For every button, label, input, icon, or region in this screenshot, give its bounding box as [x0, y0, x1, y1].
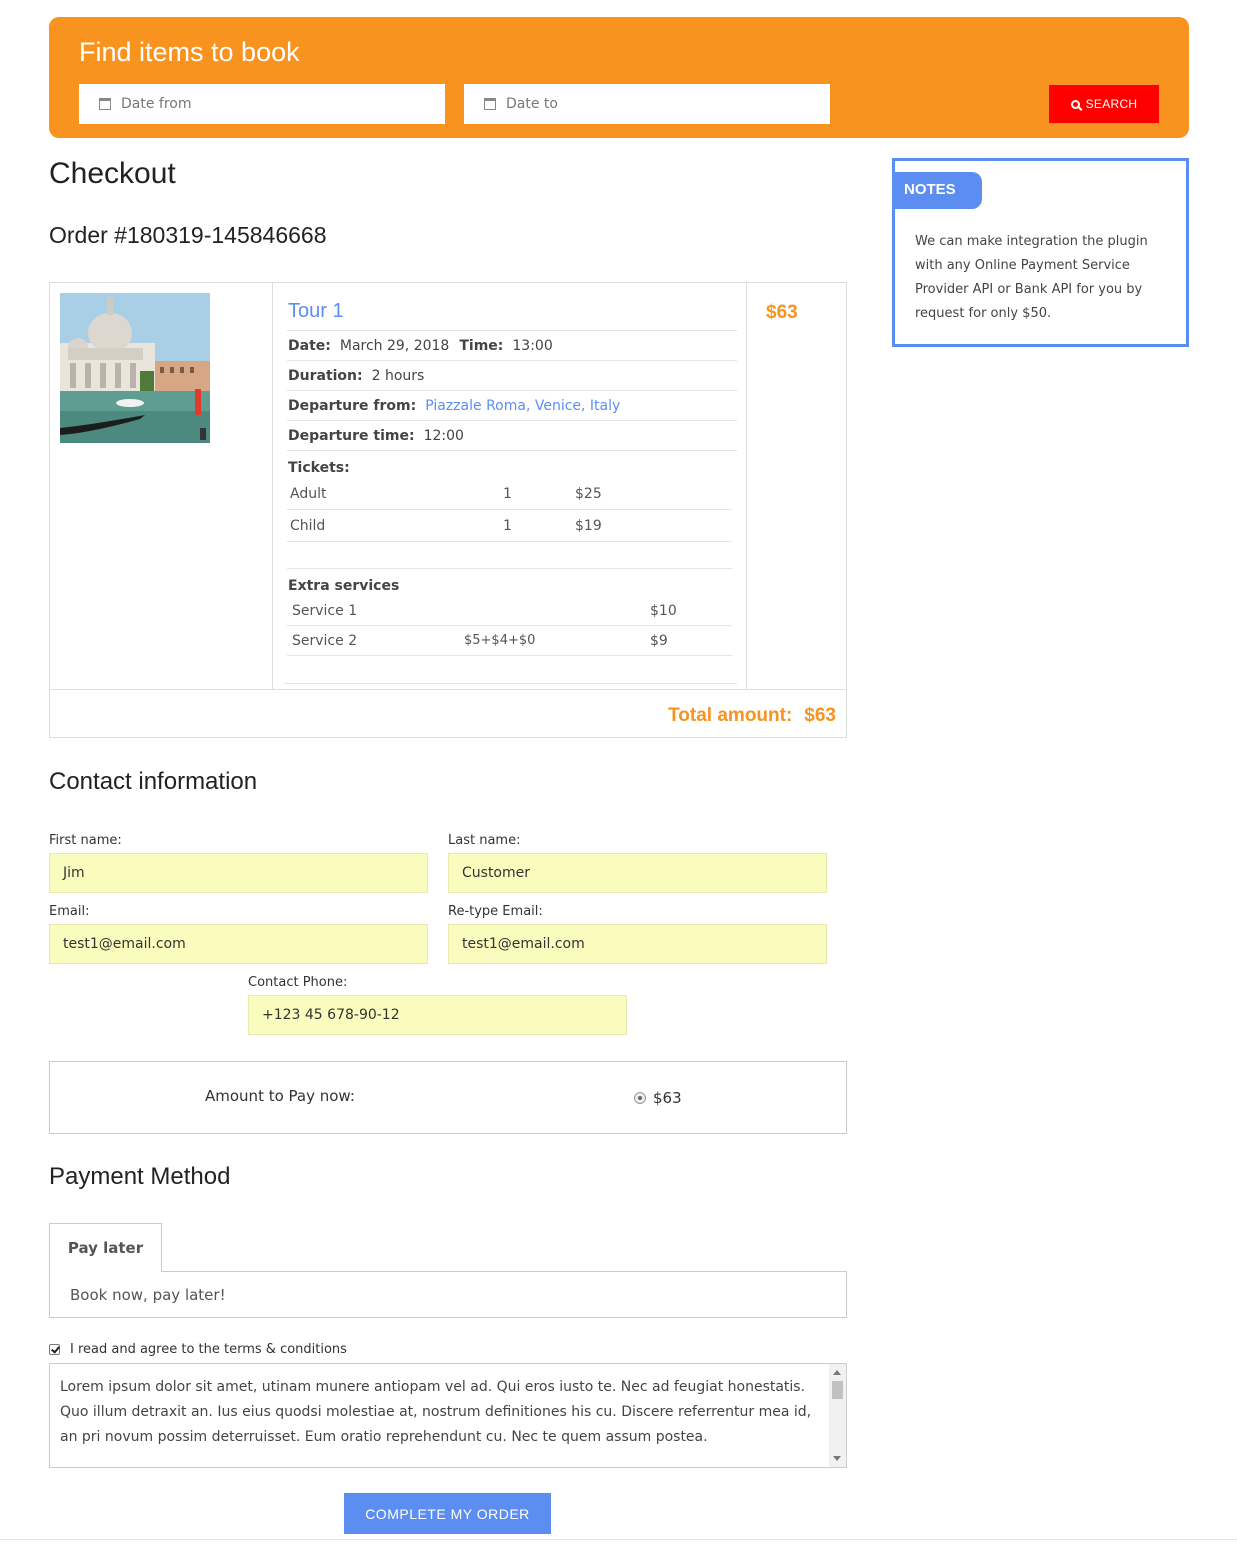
order-summary: Tour 1 Date: March 29, 2018 Time: 13:00 …	[49, 282, 847, 738]
last-name-field[interactable]: Customer	[448, 853, 827, 893]
notes-tab: NOTES	[892, 172, 982, 209]
date-to-placeholder: Date to	[506, 96, 558, 112]
tab-pay-later[interactable]: Pay later	[49, 1223, 162, 1272]
notes-text: We can make integration the plugin with …	[915, 234, 1148, 321]
date-value: March 29, 2018	[339, 337, 450, 354]
departure-time-label: Departure time:	[288, 427, 415, 444]
service-name: Service 1	[292, 602, 358, 619]
terms-scrollbar[interactable]	[829, 1364, 846, 1467]
search-panel: Find items to book Date from Date to SEA…	[49, 17, 1189, 138]
first-name-field[interactable]: Jim	[49, 853, 428, 893]
retype-email-field[interactable]: test1@email.com	[448, 924, 827, 964]
service-name: Service 2	[292, 632, 358, 649]
total-label: Total amount:	[668, 705, 793, 726]
time-value: 13:00	[512, 337, 553, 354]
last-name-label: Last name:	[448, 833, 521, 848]
tour-title-link[interactable]: Tour 1	[287, 283, 737, 331]
item-price: $63	[766, 302, 798, 323]
payment-method-heading: Payment Method	[49, 1163, 231, 1190]
search-button[interactable]: SEARCH	[1049, 85, 1159, 123]
phone-field[interactable]: +123 45 678-90-12	[248, 995, 627, 1035]
amount-option-label: $63	[653, 1089, 682, 1107]
footer-divider	[0, 1539, 1237, 1540]
retype-email-label: Re-type Email:	[448, 904, 543, 919]
ticket-price: $25	[575, 485, 602, 502]
terms-agreement: I read and agree to the terms & conditio…	[49, 1342, 347, 1357]
column-divider	[272, 283, 273, 689]
item-details: Tour 1 Date: March 29, 2018 Time: 13:00 …	[284, 283, 737, 684]
ticket-qty: 1	[503, 485, 512, 502]
tickets-heading: Tickets:	[288, 460, 350, 476]
calendar-icon	[99, 98, 111, 110]
date-to-input[interactable]: Date to	[464, 84, 830, 124]
departure-time-value: 12:00	[423, 427, 464, 444]
time-label: Time:	[459, 337, 504, 354]
amount-to-pay-label: Amount to Pay now:	[205, 1087, 355, 1105]
ticket-name: Adult	[290, 485, 327, 502]
complete-order-button[interactable]: COMPLETE MY ORDER	[344, 1493, 551, 1534]
venice-photo	[60, 293, 210, 443]
date-from-placeholder: Date from	[121, 96, 192, 112]
date-row: Date: March 29, 2018 Time: 13:00	[287, 331, 737, 361]
email-label: Email:	[49, 904, 90, 919]
divider	[284, 656, 737, 684]
scroll-down-arrow-icon[interactable]	[833, 1456, 841, 1461]
amount-radio[interactable]	[634, 1092, 646, 1104]
pay-later-panel: Book now, pay later!	[49, 1271, 847, 1318]
service-price: $9	[650, 632, 668, 649]
search-title: Find items to book	[79, 37, 300, 67]
phone-label: Contact Phone:	[248, 975, 348, 990]
departure-from-label: Departure from:	[288, 397, 417, 414]
ticket-row: Child 1 $19	[287, 510, 732, 542]
tour-image[interactable]	[60, 293, 210, 443]
ticket-qty: 1	[503, 517, 512, 534]
departure-location-link[interactable]: Piazzale Roma, Venice, Italy	[425, 398, 620, 414]
order-number: Order #180319-145846668	[49, 222, 327, 248]
amount-to-pay-box: Amount to Pay now: $63	[49, 1061, 847, 1134]
departure-from-row: Departure from: Piazzale Roma, Venice, I…	[287, 391, 737, 421]
calendar-icon	[484, 98, 496, 110]
ticket-row: Adult 1 $25	[287, 478, 732, 510]
terms-textarea[interactable]: Lorem ipsum dolor sit amet, utinam muner…	[49, 1363, 847, 1468]
service-detail: $5+$4+$0	[464, 633, 536, 648]
service-price: $10	[650, 602, 677, 619]
divider	[50, 689, 846, 690]
column-divider	[746, 283, 747, 689]
terms-agree-label: I read and agree to the terms & conditio…	[70, 1342, 347, 1357]
scroll-up-arrow-icon[interactable]	[833, 1370, 841, 1375]
scroll-thumb[interactable]	[832, 1381, 843, 1399]
total-value: $63	[804, 705, 836, 726]
terms-text: Lorem ipsum dolor sit amet, utinam muner…	[60, 1379, 812, 1445]
email-field[interactable]: test1@email.com	[49, 924, 428, 964]
duration-value: 2 hours	[371, 367, 425, 384]
extra-service-row: Service 1 $10	[287, 596, 732, 626]
extras-heading: Extra services	[288, 578, 400, 594]
page-title: Checkout	[49, 157, 176, 190]
total-amount: Total amount: $63	[668, 705, 836, 727]
duration-label: Duration:	[288, 367, 363, 384]
ticket-price: $19	[575, 517, 602, 534]
contact-heading: Contact information	[49, 768, 258, 795]
duration-row: Duration: 2 hours	[287, 361, 737, 391]
search-icon	[1070, 99, 1080, 109]
ticket-name: Child	[290, 517, 326, 534]
first-name-label: First name:	[49, 833, 122, 848]
divider	[287, 542, 732, 569]
terms-checkbox[interactable]	[49, 1344, 60, 1355]
departure-time-row: Departure time: 12:00	[287, 421, 737, 451]
date-from-input[interactable]: Date from	[79, 84, 445, 124]
search-button-label: SEARCH	[1085, 97, 1138, 111]
notes-panel: NOTES We can make integration the plugin…	[892, 158, 1189, 347]
date-label: Date:	[288, 337, 331, 354]
extra-service-row: Service 2 $5+$4+$0 $9	[287, 626, 732, 656]
